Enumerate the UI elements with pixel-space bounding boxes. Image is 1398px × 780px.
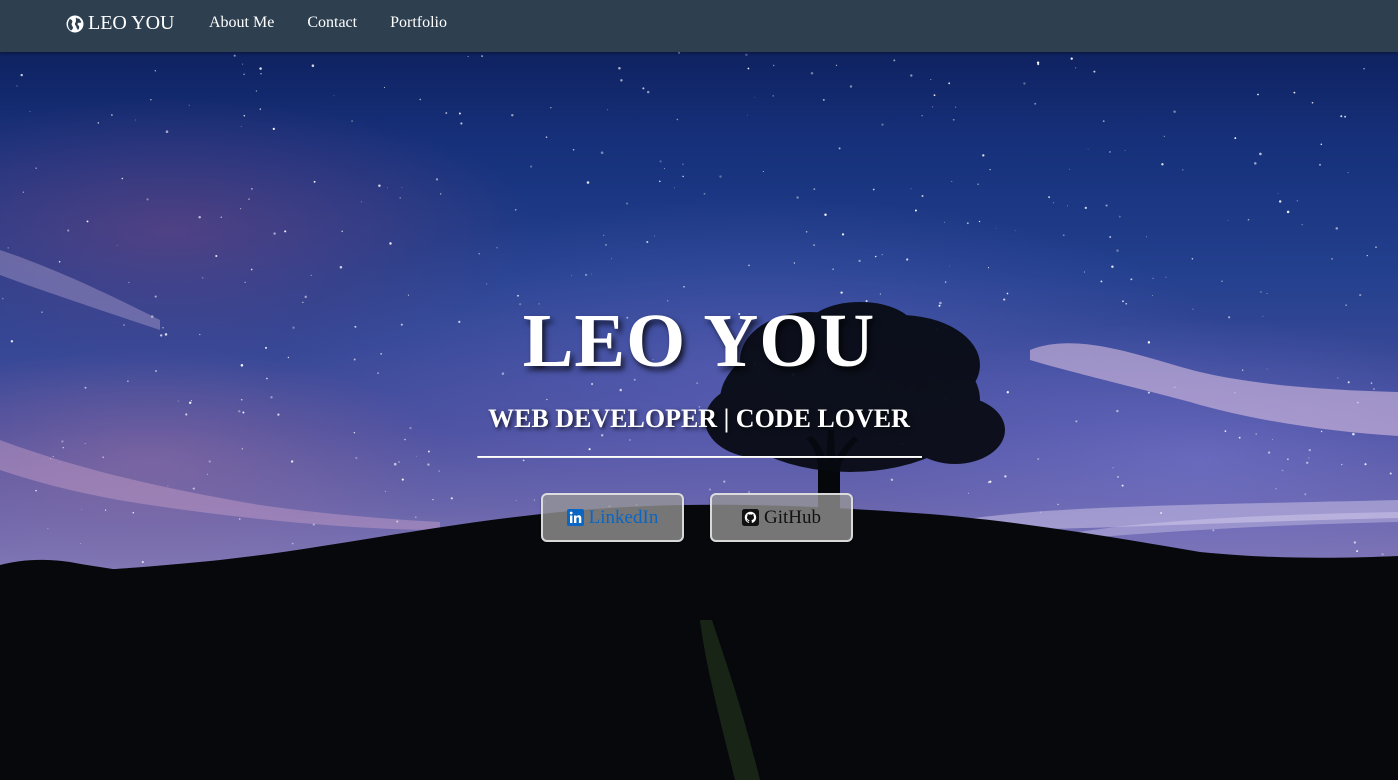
hero-divider bbox=[477, 456, 922, 458]
page: LEO YOU About Me Contact Portfolio LEO Y… bbox=[0, 0, 1398, 780]
hero-subtitle: WEB DEVELOPER | CODE LOVER bbox=[488, 404, 910, 433]
navbar: LEO YOU About Me Contact Portfolio bbox=[0, 0, 1398, 52]
brand-label: LEO YOU bbox=[88, 12, 175, 34]
nav-link-contact[interactable]: Contact bbox=[307, 14, 357, 32]
github-button[interactable]: GitHub bbox=[710, 493, 853, 542]
nav-links: About Me Contact Portfolio bbox=[209, 14, 447, 32]
social-buttons: LinkedIn GitHub bbox=[541, 493, 853, 542]
hero-section: LEO YOU WEB DEVELOPER | CODE LOVER Linke… bbox=[0, 52, 1398, 780]
nav-link-portfolio[interactable]: Portfolio bbox=[390, 14, 447, 32]
linkedin-label: LinkedIn bbox=[588, 506, 659, 528]
nav-link-about-me[interactable]: About Me bbox=[209, 14, 274, 32]
github-icon bbox=[742, 509, 759, 526]
brand-link[interactable]: LEO YOU bbox=[66, 12, 174, 35]
linkedin-icon bbox=[566, 509, 584, 526]
linkedin-button[interactable]: LinkedIn bbox=[541, 493, 684, 542]
globe-icon bbox=[66, 15, 84, 33]
github-label: GitHub bbox=[764, 506, 821, 528]
hero-title: LEO YOU bbox=[522, 299, 876, 383]
